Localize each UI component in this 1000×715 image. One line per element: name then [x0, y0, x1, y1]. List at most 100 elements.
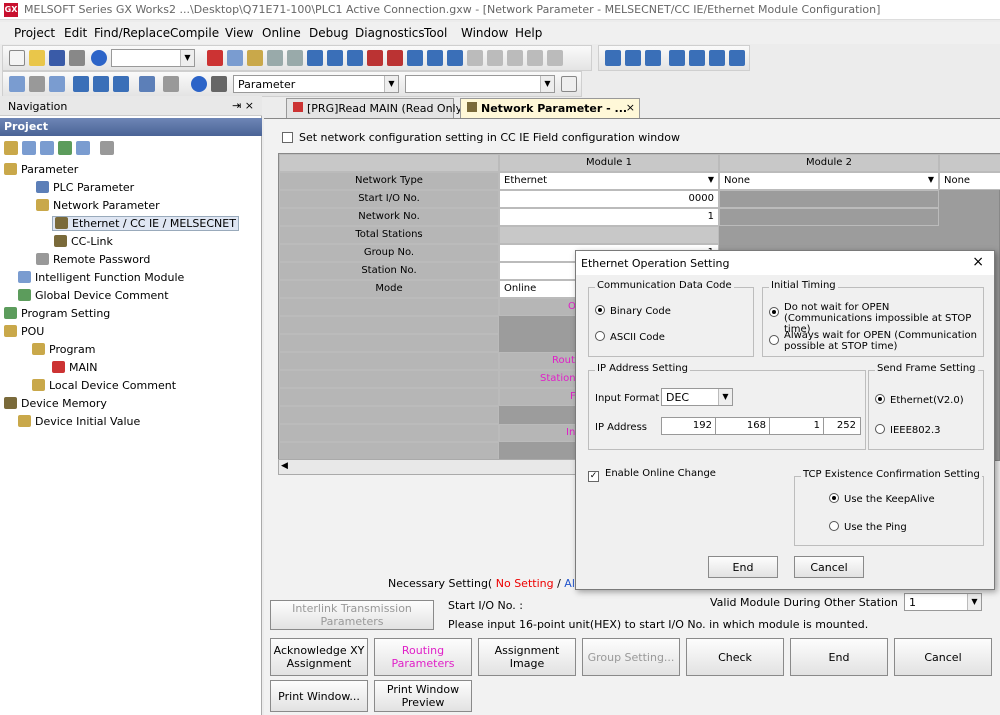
tab-network-parameter[interactable]: Network Parameter - ... × [460, 98, 640, 118]
tree-item-program-setting[interactable]: Program Setting [4, 307, 110, 320]
pin-close-icon[interactable]: ⇥ × [232, 99, 254, 112]
menu-window[interactable]: Window [461, 26, 508, 40]
window-icon[interactable] [49, 76, 65, 92]
print-window-button[interactable]: Print Window... [270, 680, 368, 712]
ieee8023-radio[interactable]: IEEE802.3 [875, 424, 941, 436]
binoculars-icon[interactable] [211, 76, 227, 92]
list-icon[interactable] [29, 76, 45, 92]
ladder-icon-3[interactable] [347, 50, 363, 66]
routing-parameters-button[interactable]: Routing Parameters [374, 638, 472, 676]
contact-b-icon[interactable] [625, 50, 641, 66]
table-hscrollbar[interactable]: ◀ [278, 459, 578, 475]
delete-line-icon[interactable] [709, 50, 725, 66]
keepalive-radio[interactable]: Use the KeepAlive [829, 493, 935, 505]
tree-item-plc-parameter[interactable]: PLC Parameter [36, 181, 134, 194]
tree-item-intelligent-function-module[interactable]: Intelligent Function Module [18, 271, 184, 284]
read-plc-icon[interactable] [387, 50, 403, 66]
copy-icon[interactable] [227, 50, 243, 66]
device-icon[interactable] [527, 50, 543, 66]
ip-octet-4[interactable]: 252 [823, 417, 861, 435]
monitor-icon[interactable] [407, 50, 423, 66]
grid-icon-3[interactable] [113, 76, 129, 92]
ascii-code-radio[interactable]: ASCII Code [595, 331, 665, 343]
acknowledge-xy-button[interactable]: Acknowledge XY Assignment [270, 638, 368, 676]
ladder-icon-2[interactable] [327, 50, 343, 66]
toolbar-combo-1[interactable]: ▼ [111, 49, 195, 67]
menu-online[interactable]: Online [262, 26, 301, 40]
tab-close-icon[interactable]: × [626, 101, 635, 114]
tab-read-main[interactable]: [PRG]Read MAIN (Read Only... [286, 98, 471, 118]
print-window-preview-button[interactable]: Print Window Preview [374, 680, 472, 712]
project-new-icon[interactable] [4, 141, 18, 155]
new-file-icon[interactable] [9, 50, 25, 66]
m1-start-io[interactable]: 0000 [499, 190, 719, 208]
group-setting-button[interactable]: Group Setting... [582, 638, 680, 676]
tree-item-network-parameter[interactable]: Network Parameter [36, 199, 160, 212]
cancel-button[interactable]: Cancel [894, 638, 992, 676]
partial-icon[interactable] [507, 50, 523, 66]
verify-icon[interactable] [427, 50, 443, 66]
assignment-image-button[interactable]: Assignment Image [478, 638, 576, 676]
connect-icon[interactable] [729, 50, 745, 66]
menu-debug[interactable]: Debug [309, 26, 348, 40]
cc-ie-field-checkbox[interactable]: Set network configuration setting in CC … [282, 131, 680, 144]
dialog-close-icon[interactable]: × [972, 254, 984, 270]
dialog-end-button[interactable]: End [708, 556, 778, 578]
redo-icon[interactable] [287, 50, 303, 66]
tree-item-ethernet[interactable]: Ethernet / CC IE / MELSECNET [52, 216, 239, 231]
print-icon[interactable] [69, 50, 85, 66]
interlink-transmission-button[interactable]: Interlink Transmission Parameters [270, 600, 434, 630]
open-folder-icon[interactable] [29, 50, 45, 66]
menu-project[interactable]: Project [14, 26, 55, 40]
check-button[interactable]: Check [686, 638, 784, 676]
m3-network-type[interactable]: None [939, 172, 1000, 190]
menu-view[interactable]: View [225, 26, 253, 40]
m1-network-no[interactable]: 1 [499, 208, 719, 226]
input-format-select[interactable]: DEC ▼ [661, 388, 733, 406]
tree-item-main[interactable]: MAIN [52, 361, 98, 374]
save-icon[interactable] [49, 50, 65, 66]
menu-compile[interactable]: Compile [170, 26, 219, 40]
line-icon[interactable] [689, 50, 705, 66]
ping-radio[interactable]: Use the Ping [829, 521, 907, 533]
menu-help[interactable]: Help [515, 26, 542, 40]
tree-item-device-initial-value[interactable]: Device Initial Value [18, 415, 140, 428]
parameter-combo[interactable]: Parameter ▼ [233, 75, 399, 93]
binary-code-radio[interactable]: Binary Code [595, 305, 671, 317]
skip-icon[interactable] [487, 50, 503, 66]
help-icon-2[interactable] [191, 76, 207, 92]
menu-edit[interactable]: Edit [64, 26, 87, 40]
m2-network-type[interactable]: None ▼ [719, 172, 939, 190]
tree-item-program[interactable]: Program [32, 343, 95, 356]
tree-item-remote-password[interactable]: Remote Password [36, 253, 150, 266]
dialog-cancel-button[interactable]: Cancel [794, 556, 864, 578]
document-icon[interactable] [561, 76, 577, 92]
m1-network-type[interactable]: Ethernet ▼ [499, 172, 719, 190]
tree-item-device-memory[interactable]: Device Memory [4, 397, 107, 410]
coil-icon[interactable] [645, 50, 661, 66]
menu-tool[interactable]: Tool [424, 26, 447, 40]
ladder-icon[interactable] [307, 50, 323, 66]
menu-diagnostics[interactable]: Diagnostics [355, 26, 425, 40]
contact-icon[interactable] [605, 50, 621, 66]
function-icon[interactable] [669, 50, 685, 66]
ip-octet-3[interactable]: 1 [769, 417, 825, 435]
undo-icon[interactable] [267, 50, 283, 66]
grid-icon-2[interactable] [93, 76, 109, 92]
grid-icon[interactable] [73, 76, 89, 92]
ip-octet-2[interactable]: 168 [715, 417, 771, 435]
project-property-icon[interactable] [58, 141, 72, 155]
project-view-icon[interactable] [22, 141, 36, 155]
project-filter-icon[interactable] [100, 141, 114, 155]
tree-item-parameter[interactable]: Parameter [4, 163, 78, 176]
step-icon[interactable] [467, 50, 483, 66]
toolbar-combo-2[interactable]: ▼ [405, 75, 555, 93]
network-icon[interactable] [139, 76, 155, 92]
project-view-icon-2[interactable] [40, 141, 54, 155]
write-plc-icon[interactable] [367, 50, 383, 66]
ethernet-v2-radio[interactable]: Ethernet(V2.0) [875, 394, 964, 406]
enable-online-change-checkbox[interactable]: ✓ Enable Online Change [588, 468, 716, 482]
tree-item-pou[interactable]: POU [4, 325, 44, 338]
tree-item-local-device-comment[interactable]: Local Device Comment [32, 379, 176, 392]
checkbox-box[interactable] [282, 132, 293, 143]
